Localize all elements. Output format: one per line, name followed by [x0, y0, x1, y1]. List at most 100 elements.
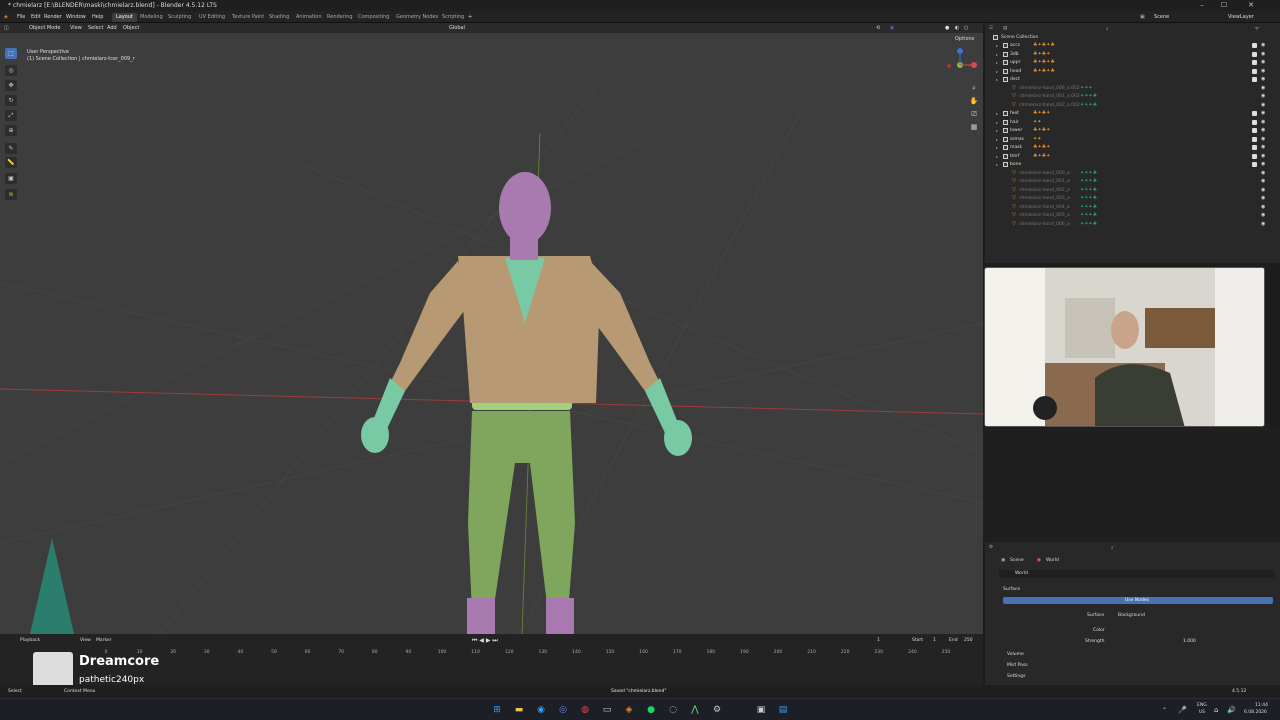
maximize-button[interactable]: ☐ — [1213, 1, 1235, 10]
outliner-object-row[interactable]: ▽ chmielarz-hand_002_a ✦✦✦♣ ◉ — [985, 187, 1280, 195]
grid-icon[interactable]: ▦ — [969, 122, 979, 132]
expand-arrow-icon[interactable]: ▸ — [996, 69, 998, 74]
edge-browser-icon[interactable]: ◉ — [534, 703, 548, 717]
display-mode-icon[interactable]: ▤ — [1003, 26, 1007, 31]
exclude-checkbox[interactable] — [1252, 51, 1257, 57]
settings-section[interactable]: Settings — [1007, 674, 1025, 679]
visibility-eye-icon[interactable]: ◉ — [1261, 42, 1265, 48]
current-frame[interactable]: 1 — [877, 638, 880, 643]
settings-gear-icon[interactable]: ⚙ — [710, 703, 724, 717]
visibility-eye-icon[interactable]: ◉ — [1261, 212, 1265, 218]
overlay-icon[interactable]: ◉ — [890, 25, 894, 31]
visibility-eye-icon[interactable]: ◉ — [1261, 195, 1265, 201]
menu-window[interactable]: Window — [66, 14, 86, 20]
outliner-object-row[interactable]: ▽ chmielarz-hand_001_a ✦✦✦♣ ◉ — [985, 178, 1280, 186]
obs-icon[interactable]: ◌ — [666, 703, 680, 717]
outliner-collection-row[interactable]: ▸ hair ✦✦ ◉ — [985, 119, 1280, 127]
expand-arrow-icon[interactable]: ▸ — [996, 145, 998, 150]
tab-modeling[interactable]: Modeling — [136, 13, 167, 22]
tray-expand-icon[interactable]: ⌃ — [1162, 707, 1167, 714]
add-workspace-icon[interactable]: + — [468, 14, 472, 20]
app-icon[interactable]: ⋀ — [688, 703, 702, 717]
expand-arrow-icon[interactable]: ▸ — [996, 128, 998, 133]
network-icon[interactable]: ⌂ — [1214, 706, 1218, 714]
clock-time[interactable]: 11:44 — [1255, 703, 1268, 708]
visibility-eye-icon[interactable]: ◉ — [1261, 161, 1265, 167]
tab-shading[interactable]: Shading — [265, 13, 293, 22]
add-cube-tool[interactable]: ▣ — [5, 173, 17, 184]
outliner-object-row[interactable]: ▽ chmielarz-hand_000_a ✦✦✦♣ ◉ — [985, 170, 1280, 178]
outliner-collection-row[interactable]: ▸ head ♣✦♣✦♣ ◉ — [985, 68, 1280, 76]
select-box-tool[interactable]: ⬚ — [5, 48, 17, 59]
menu-edit[interactable]: Edit — [31, 14, 41, 20]
outliner-collection-row[interactable]: ▸ armas ✦✦ ◉ — [985, 136, 1280, 144]
surface-value[interactable]: Background — [1118, 613, 1145, 618]
expand-arrow-icon[interactable]: ▸ — [996, 111, 998, 116]
visibility-eye-icon[interactable]: ◉ — [1261, 127, 1265, 133]
blender-taskbar-icon[interactable]: ◈ — [622, 703, 636, 717]
menu-add[interactable]: Add — [107, 25, 117, 31]
outliner-object-row[interactable]: ▽ chmielarz-hand_005_a ✦✦✦♣ ◉ — [985, 212, 1280, 220]
visibility-eye-icon[interactable]: ◉ — [1261, 76, 1265, 82]
view-layer-selector[interactable]: ViewLayer — [1228, 14, 1254, 20]
tab-scripting[interactable]: Scripting — [438, 13, 468, 22]
expand-arrow-icon[interactable]: ▸ — [996, 77, 998, 82]
shading-material-icon[interactable]: ◐ — [955, 25, 959, 31]
visibility-eye-icon[interactable]: ◉ — [1261, 119, 1265, 125]
tab-uv-editing[interactable]: UV Editing — [195, 13, 229, 22]
visibility-eye-icon[interactable]: ◉ — [1261, 85, 1265, 91]
exclude-checkbox[interactable] — [1252, 68, 1257, 74]
chrome-icon[interactable]: ◍ — [578, 703, 592, 717]
clock-date[interactable]: 6.08.2026 — [1244, 710, 1267, 715]
menu-render[interactable]: Render — [44, 14, 62, 20]
menu-timeline-view[interactable]: View — [80, 638, 91, 643]
mist-section[interactable]: Mist Pass — [1007, 663, 1028, 668]
move-tool[interactable]: ✥ — [5, 80, 17, 91]
visibility-eye-icon[interactable]: ◉ — [1261, 102, 1265, 108]
blender-logo-icon[interactable]: ◈ — [4, 14, 8, 20]
outliner-collection-row[interactable]: ▸ uppr ♣✦♣✦♣ ◉ — [985, 59, 1280, 67]
expand-arrow-icon[interactable]: ▸ — [996, 120, 998, 125]
tab-layout[interactable]: Layout — [112, 13, 137, 22]
expand-arrow-icon[interactable]: ▸ — [996, 137, 998, 142]
exclude-checkbox[interactable] — [1252, 136, 1257, 142]
outliner-object-row[interactable]: ▽ chmielarz-hand_009_a.002 ✦✦✦ ◉ — [985, 85, 1280, 93]
close-button[interactable]: ✕ — [1240, 1, 1262, 10]
measure-tool[interactable]: 📏 — [5, 157, 17, 168]
visibility-eye-icon[interactable]: ◉ — [1261, 51, 1265, 57]
start-frame[interactable]: 1 — [933, 638, 936, 643]
outliner-object-row[interactable]: ▽ chmielarz-hand_001_a.002 ✦✦✦♣ ◉ — [985, 93, 1280, 101]
expand-arrow-icon[interactable]: ▸ — [996, 162, 998, 167]
custom-tool[interactable]: ≋ — [5, 189, 17, 200]
microphone-icon[interactable]: 🎤 — [1178, 706, 1187, 714]
visibility-eye-icon[interactable]: ◉ — [1261, 221, 1265, 227]
notepad-icon[interactable]: ▤ — [776, 703, 790, 717]
region-label[interactable]: US — [1199, 710, 1205, 715]
visibility-eye-icon[interactable]: ◉ — [1261, 170, 1265, 176]
tab-rendering[interactable]: Rendering — [323, 13, 357, 22]
tab-sculpting[interactable]: Sculpting — [164, 13, 195, 22]
tab-compositing[interactable]: Compositing — [354, 13, 393, 22]
exclude-checkbox[interactable] — [1252, 162, 1257, 167]
exclude-checkbox[interactable] — [1252, 153, 1257, 159]
scale-tool[interactable]: ⤢ — [5, 110, 17, 121]
menu-marker[interactable]: Marker — [96, 638, 112, 643]
volume-section[interactable]: Volume — [1007, 652, 1024, 657]
options-button[interactable]: Options — [955, 36, 974, 42]
outliner-collection-row[interactable]: ▸ 3db ♣✦♣✦ ◉ — [985, 51, 1280, 59]
terminal-icon[interactable]: ▭ — [600, 703, 614, 717]
editor-type-icon[interactable]: ◫ — [4, 25, 9, 31]
menu-file[interactable]: File — [17, 14, 25, 20]
outliner-object-row[interactable]: ▽ chmielarz-hand_006_a ✦✦✦♣ ◉ — [985, 221, 1280, 229]
outliner-collection-row[interactable]: ▸ feet ♣✦♣✦ ◉ — [985, 110, 1280, 118]
annotate-tool[interactable]: ✎ — [5, 143, 17, 154]
exclude-checkbox[interactable] — [1252, 128, 1257, 133]
outliner-editor-icon[interactable]: ☰ — [989, 26, 993, 31]
exclude-checkbox[interactable] — [1252, 111, 1257, 116]
outliner-object-row[interactable]: ▽ chmielarz-hand_004_a ✦✦✦♣ ◉ — [985, 204, 1280, 212]
surface-section[interactable]: Surface — [1003, 587, 1020, 592]
start-menu-icon[interactable]: ⊞ — [490, 703, 504, 717]
volume-icon[interactable]: 🔊 — [1227, 706, 1236, 714]
scene-selector[interactable]: Scene — [1154, 14, 1169, 20]
end-frame[interactable]: 250 — [964, 638, 973, 643]
